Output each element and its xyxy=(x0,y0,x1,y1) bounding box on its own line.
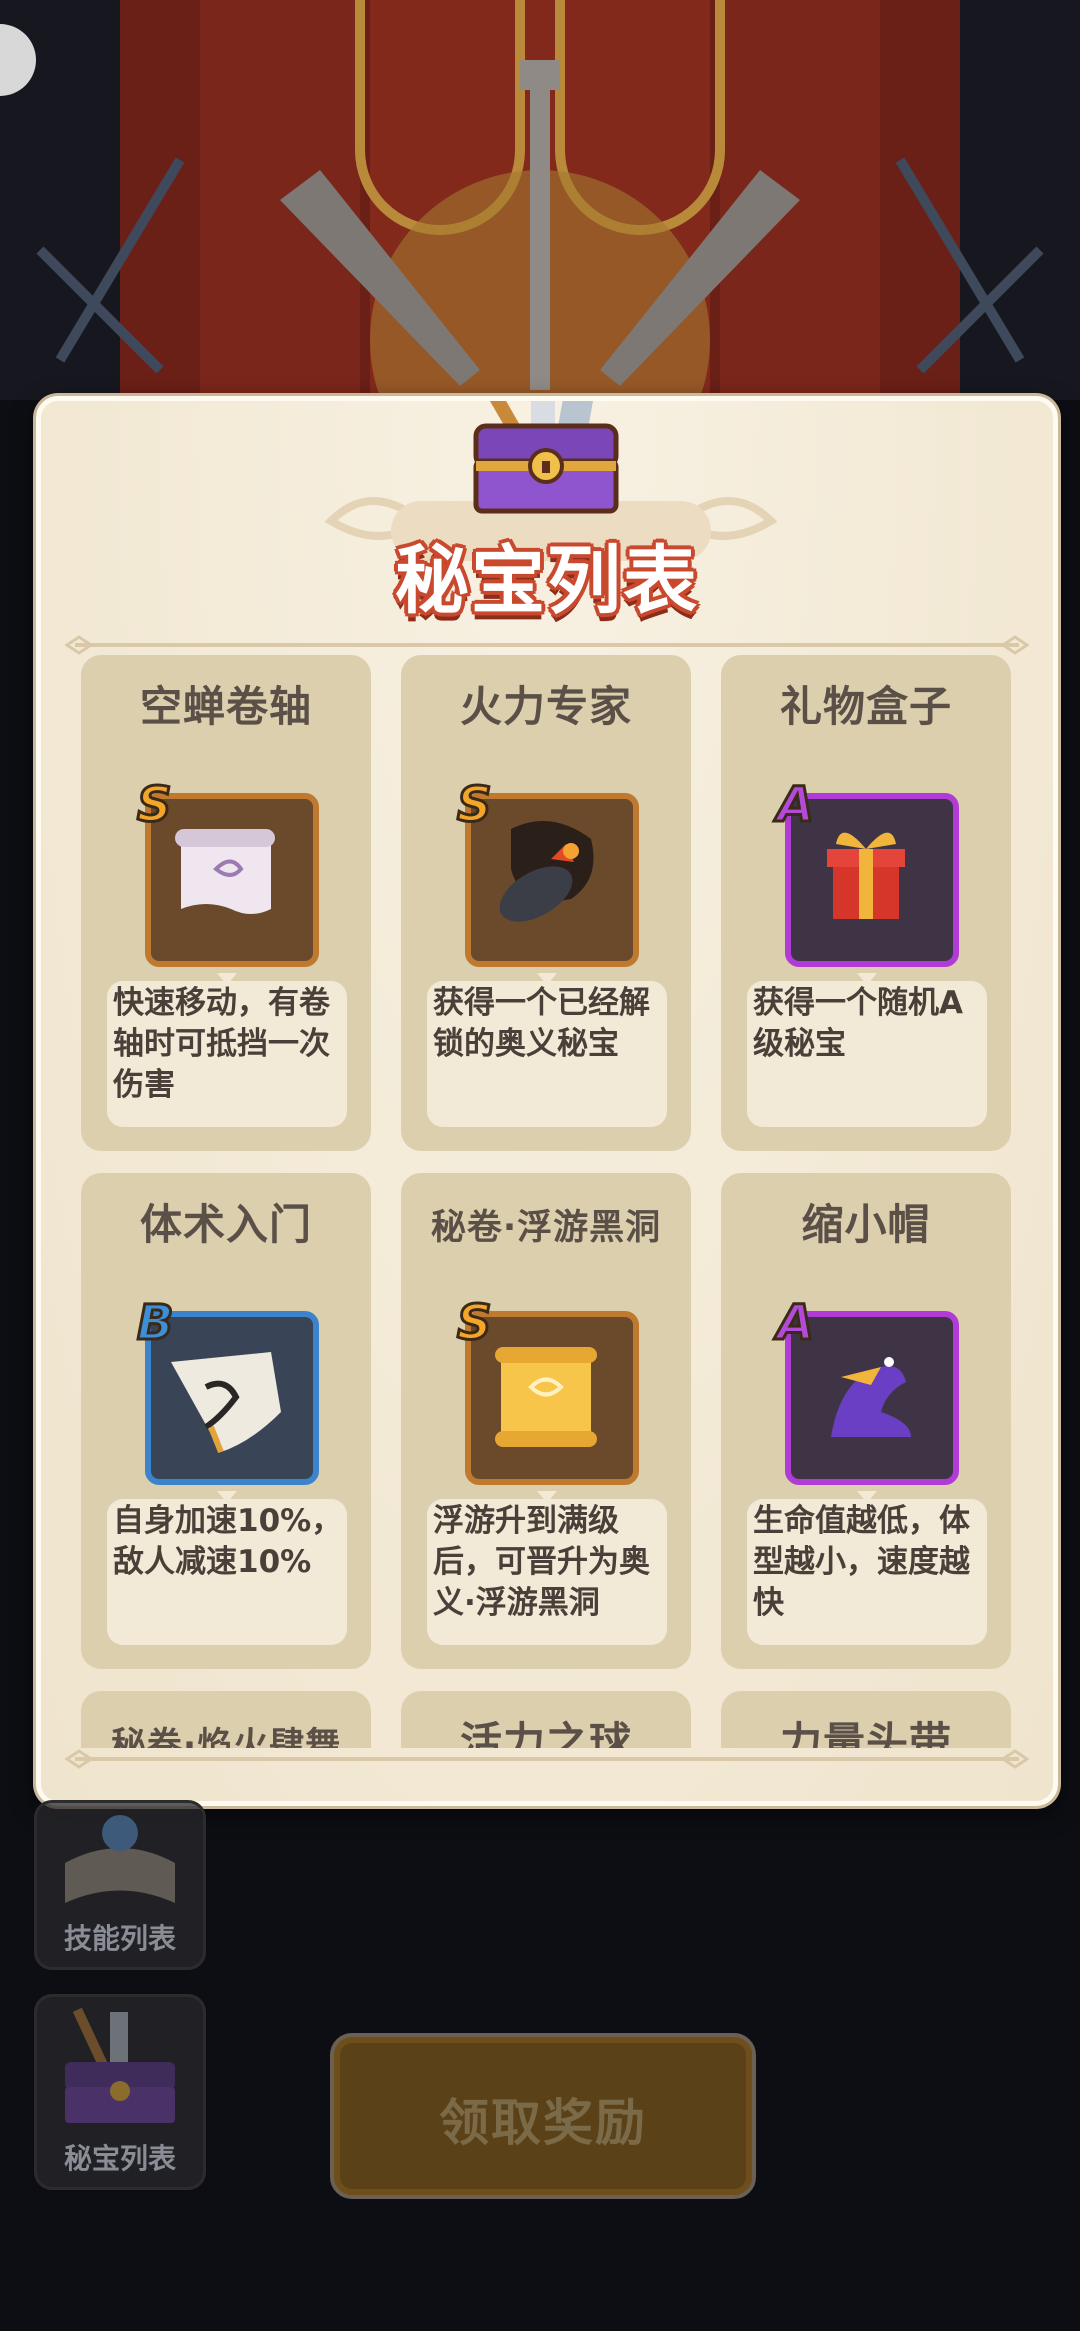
panel-title: 秘宝列表 xyxy=(395,538,699,624)
skill-list-label: 技能列表 xyxy=(63,1922,176,1955)
rank-badge: A xyxy=(775,776,815,835)
treasure-card[interactable]: 火力专家 S 获得一个已经解锁的奥义秘宝 xyxy=(401,655,691,1151)
bomb-icon xyxy=(499,821,594,922)
treasure-name: 活力之球 xyxy=(459,1718,632,1748)
treasure-card[interactable]: 秘卷·焰火肆舞 xyxy=(81,1691,371,1748)
treasure-name: 秘卷·焰火肆舞 xyxy=(110,1726,342,1748)
description-box: 获得一个随机A级秘宝 xyxy=(747,981,987,1127)
description-box: 快速移动，有卷轴时可抵挡一次伤害 xyxy=(107,981,347,1127)
treasure-chest-icon xyxy=(461,401,619,514)
description-box: 浮游升到满级后，可晋升为奥义·浮游黑洞 xyxy=(427,1499,667,1645)
claim-reward-label: 领取奖励 xyxy=(439,2094,647,2152)
spellbook-icon xyxy=(65,1815,175,1903)
treasure-name: 礼物盒子 xyxy=(779,682,952,731)
description-box: 自身加速10%，敌人减速10% xyxy=(107,1499,347,1645)
treasure-card[interactable]: 缩小帽 A 生命值越低，体型越小，速度越快 xyxy=(721,1173,1011,1669)
rank-badge: S xyxy=(136,776,174,835)
treasure-description: 获得一个已经解锁的奥义秘宝 xyxy=(433,985,650,1062)
treasure-card[interactable]: 空蝉卷轴 S 快速移动，有卷轴时可抵挡一次伤害 xyxy=(81,655,371,1151)
skill-list-button[interactable]: 技能列表 xyxy=(34,1800,206,1970)
treasure-name: 空蝉卷轴 xyxy=(139,682,312,731)
treasure-description: 浮游升到满级后，可晋升为奥义·浮游黑洞 xyxy=(433,1503,650,1621)
rank-badge: S xyxy=(456,1294,494,1353)
treasure-grid[interactable]: 空蝉卷轴 S 快速移动，有卷轴时可抵挡一次伤害 火力专家 S 获得一个已经解锁的… xyxy=(81,655,1021,1748)
treasure-list-button[interactable]: 秘宝列表 xyxy=(34,1994,206,2190)
description-box: 获得一个已经解锁的奥义秘宝 xyxy=(427,981,667,1127)
treasure-name: 秘卷·浮游黑洞 xyxy=(430,1208,662,1248)
treasure-description: 快速移动，有卷轴时可抵挡一次伤害 xyxy=(113,985,330,1103)
golden-scroll-icon xyxy=(495,1347,597,1447)
treasure-description: 获得一个随机A级秘宝 xyxy=(753,985,963,1062)
scroll-icon xyxy=(175,829,275,914)
rank-badge: S xyxy=(456,776,494,835)
bottom-divider xyxy=(65,1749,1029,1769)
treasure-name: 火力专家 xyxy=(459,682,632,731)
treasure-card[interactable]: 礼物盒子 A 获得一个随机A级秘宝 xyxy=(721,655,1011,1151)
treasure-name: 缩小帽 xyxy=(801,1200,931,1249)
treasure-chest-small-icon xyxy=(65,2007,175,2123)
treasure-description: 自身加速10%，敌人减速10% xyxy=(113,1503,343,1580)
treasure-name: 力量头带 xyxy=(779,1718,952,1748)
treasure-list-panel: 秘宝列表 空蝉卷轴 S 快速移动，有卷轴时可抵挡一次伤害 火力专家 S 获得一个… xyxy=(36,396,1058,1806)
treasure-card[interactable]: 力量头带 xyxy=(721,1691,1011,1748)
rank-badge: A xyxy=(775,1294,815,1353)
treasure-card[interactable]: 活力之球 xyxy=(401,1691,691,1748)
treasure-description: 生命值越低，体型越小，速度越快 xyxy=(753,1503,970,1621)
treasure-list-label: 秘宝列表 xyxy=(63,2142,176,2175)
treasure-name: 体术入门 xyxy=(139,1200,312,1249)
top-divider xyxy=(65,635,1029,655)
description-box: 生命值越低，体型越小，速度越快 xyxy=(747,1499,987,1645)
treasure-card[interactable]: 秘卷·浮游黑洞 S 浮游升到满级后，可晋升为奥义·浮游黑洞 xyxy=(401,1173,691,1669)
treasure-card[interactable]: 体术入门 B 自身加速10%，敌人减速10% xyxy=(81,1173,371,1669)
rank-badge: B xyxy=(136,1294,176,1353)
claim-reward-button[interactable]: 领取奖励 xyxy=(330,2033,756,2199)
